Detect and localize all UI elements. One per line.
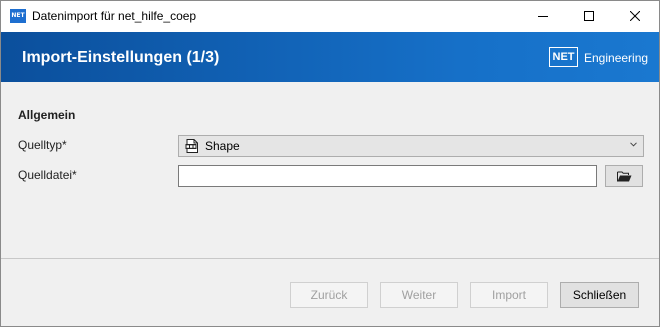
close-window-button[interactable] (612, 1, 658, 32)
wizard-header: Import-Einstellungen (1/3) NET Engineeri… (1, 32, 659, 82)
close-icon (630, 11, 640, 21)
wizard-step-title: Import-Einstellungen (1/3) (22, 49, 220, 66)
import-dialog-window: NET Datenimport für net_hilfe_coep Impor… (0, 0, 660, 327)
close-button[interactable]: Schließen (560, 282, 639, 308)
folder-open-icon (617, 171, 632, 182)
chevron-down-icon (630, 142, 637, 147)
app-icon: NET (10, 9, 26, 23)
back-button[interactable]: Zurück (290, 282, 368, 308)
minimize-icon (538, 16, 548, 17)
source-type-select[interactable]: Shape (178, 135, 644, 157)
footer-divider (1, 258, 659, 259)
source-file-input[interactable] (178, 165, 597, 187)
title-bar: NET Datenimport für net_hilfe_coep (1, 1, 659, 32)
maximize-icon (584, 11, 594, 21)
source-file-label: Quelldatei* (18, 168, 77, 182)
brand-name: Engineering (584, 51, 649, 65)
shape-file-icon (185, 139, 198, 153)
import-button[interactable]: Import (470, 282, 548, 308)
window-title: Datenimport für net_hilfe_coep (32, 9, 197, 23)
section-title-general: Allgemein (18, 108, 76, 122)
net-logo: NET (549, 47, 578, 67)
source-type-value: Shape (205, 139, 240, 153)
maximize-button[interactable] (566, 1, 612, 32)
source-type-label: Quelltyp* (18, 138, 67, 152)
next-button[interactable]: Weiter (380, 282, 458, 308)
minimize-button[interactable] (520, 1, 566, 32)
browse-file-button[interactable] (605, 165, 643, 187)
